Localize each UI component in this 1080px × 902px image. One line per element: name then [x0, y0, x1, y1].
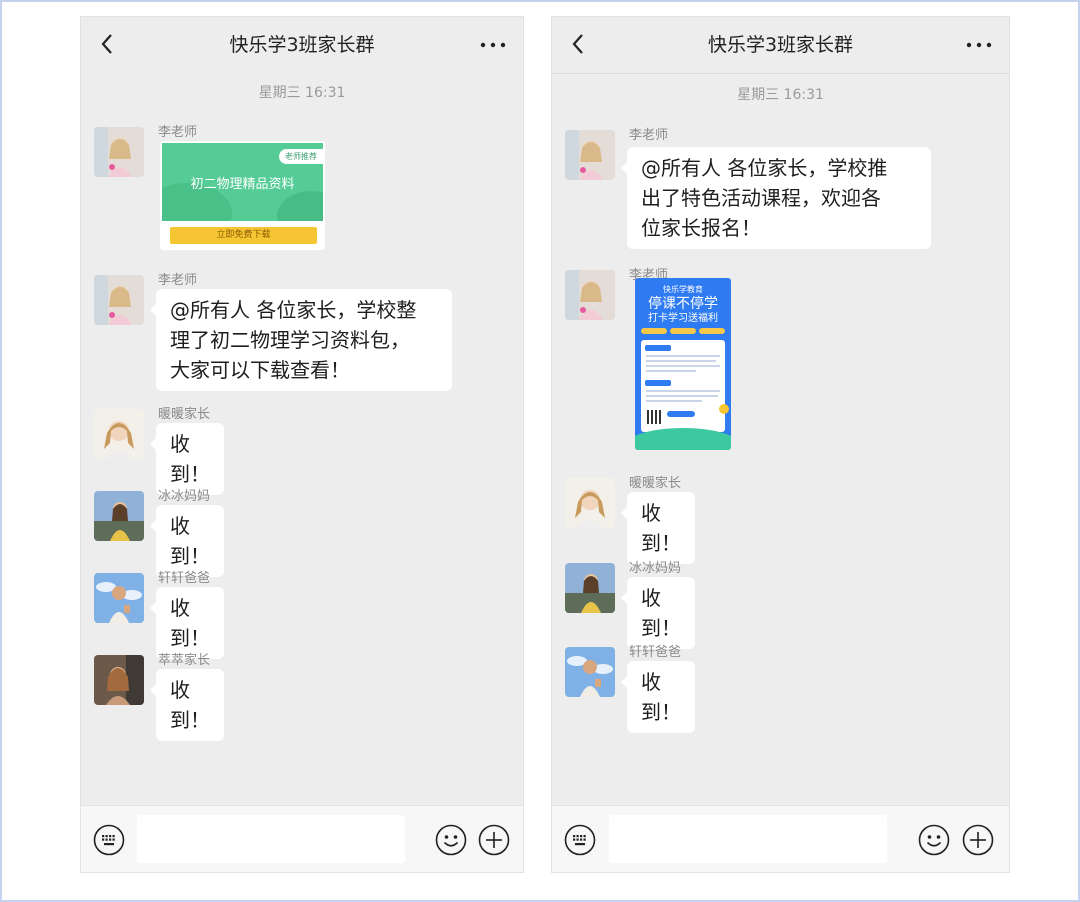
- sender-name: 李老师: [158, 273, 198, 288]
- poster-decoration: [719, 404, 729, 414]
- sender-name: 暖暖家长: [629, 476, 682, 491]
- chat-title: 快乐学3班家长群: [707, 34, 854, 56]
- message-line: 理了初二物理学习资料包，: [170, 328, 410, 352]
- message-input[interactable]: [609, 815, 887, 863]
- sender-name: 冰冰妈妈: [158, 489, 211, 504]
- poster-decoration: [635, 428, 731, 450]
- avatar[interactable]: [565, 563, 615, 613]
- avatar[interactable]: [94, 127, 144, 177]
- keyboard-icon[interactable]: [93, 824, 125, 856]
- avatar[interactable]: [565, 130, 615, 180]
- smiley-icon[interactable]: [435, 824, 467, 856]
- sender-name: 李老师: [158, 125, 198, 140]
- message-input[interactable]: [137, 815, 405, 863]
- message-line: 大家可以下载查看！: [170, 358, 350, 382]
- sender-name: 轩轩爸爸: [158, 571, 211, 586]
- page-frame: 快乐学3班家长群 星期三 16:31 李老师 老师推荐 初二物理精品资料 立即免…: [0, 0, 1080, 902]
- poster-panel: [641, 340, 725, 432]
- poster-label: [645, 380, 671, 386]
- poster-label: [645, 345, 671, 351]
- chat-title: 快乐学3班家长群: [229, 34, 375, 56]
- more-dots-icon[interactable]: [963, 35, 995, 55]
- avatar[interactable]: [565, 478, 615, 528]
- message-line: @所有人 各位家长，学校整: [170, 298, 417, 322]
- keyboard-icon[interactable]: [564, 824, 596, 856]
- chat-screen-left: 快乐学3班家长群 星期三 16:31 李老师 老师推荐 初二物理精品资料 立即免…: [80, 16, 524, 873]
- sender-name: 冰冰妈妈: [629, 561, 682, 576]
- avatar[interactable]: [94, 409, 144, 459]
- qr-code: [647, 410, 661, 424]
- avatar[interactable]: [94, 573, 144, 623]
- poster-chips: [641, 328, 725, 334]
- poster-headline: 停课不停学: [648, 296, 718, 312]
- avatar[interactable]: [94, 655, 144, 705]
- sender-name: 李老师: [629, 128, 669, 143]
- card-tag: 老师推荐: [279, 149, 323, 164]
- message-bubble[interactable]: 收到！: [150, 669, 224, 741]
- card-shape: [277, 191, 323, 221]
- timestamp: 星期三 16:31: [737, 87, 824, 103]
- sender-name: 暖暖家长: [158, 407, 211, 422]
- chat-screen-right: 快乐学3班家长群 星期三 16:31 李老师 @所有人 各位家长，学校推 出了特…: [551, 16, 1010, 873]
- message-bubble[interactable]: @所有人 各位家长，学校整 理了初二物理学习资料包， 大家可以下载查看！: [150, 289, 452, 391]
- sender-name: 轩轩爸爸: [629, 645, 682, 660]
- input-bar: [552, 805, 1009, 872]
- avatar[interactable]: [565, 647, 615, 697]
- avatar[interactable]: [565, 270, 615, 320]
- message-bubble[interactable]: @所有人 各位家长，学校推 出了特色活动课程，欢迎各 位家长报名！: [621, 147, 931, 249]
- message-line: @所有人 各位家长，学校推: [641, 156, 888, 180]
- plus-circle-icon[interactable]: [478, 824, 510, 856]
- card-banner: 老师推荐 初二物理精品资料: [162, 143, 323, 221]
- message-line: 位家长报名！: [641, 216, 761, 240]
- message-line: 出了特色活动课程，欢迎各: [641, 186, 881, 210]
- card-title: 初二物理精品资料: [190, 177, 295, 192]
- input-bar: [81, 805, 523, 872]
- avatar[interactable]: [94, 275, 144, 325]
- plus-circle-icon[interactable]: [962, 824, 994, 856]
- chat-header: 快乐学3班家长群: [81, 17, 523, 73]
- message-bubble[interactable]: 收到！: [621, 577, 695, 649]
- poster-pill: [667, 411, 695, 417]
- poster-subline: 打卡学习送福利: [648, 313, 718, 324]
- download-button[interactable]: 立即免费下载: [170, 227, 317, 244]
- message-bubble[interactable]: 收到！: [621, 492, 695, 564]
- timestamp: 星期三 16:31: [258, 85, 346, 101]
- chat-header: 快乐学3班家长群: [552, 17, 1009, 74]
- smiley-icon[interactable]: [918, 824, 950, 856]
- poster-brand: 快乐学教育: [663, 285, 703, 294]
- avatar[interactable]: [94, 491, 144, 541]
- poster-image[interactable]: 快乐学教育 停课不停学 打卡学习送福利: [635, 278, 731, 450]
- message-bubble[interactable]: 收到！: [621, 661, 695, 733]
- download-card[interactable]: 老师推荐 初二物理精品资料 立即免费下载: [160, 141, 325, 250]
- more-dots-icon[interactable]: [477, 35, 509, 55]
- sender-name: 萃萃家长: [158, 653, 211, 668]
